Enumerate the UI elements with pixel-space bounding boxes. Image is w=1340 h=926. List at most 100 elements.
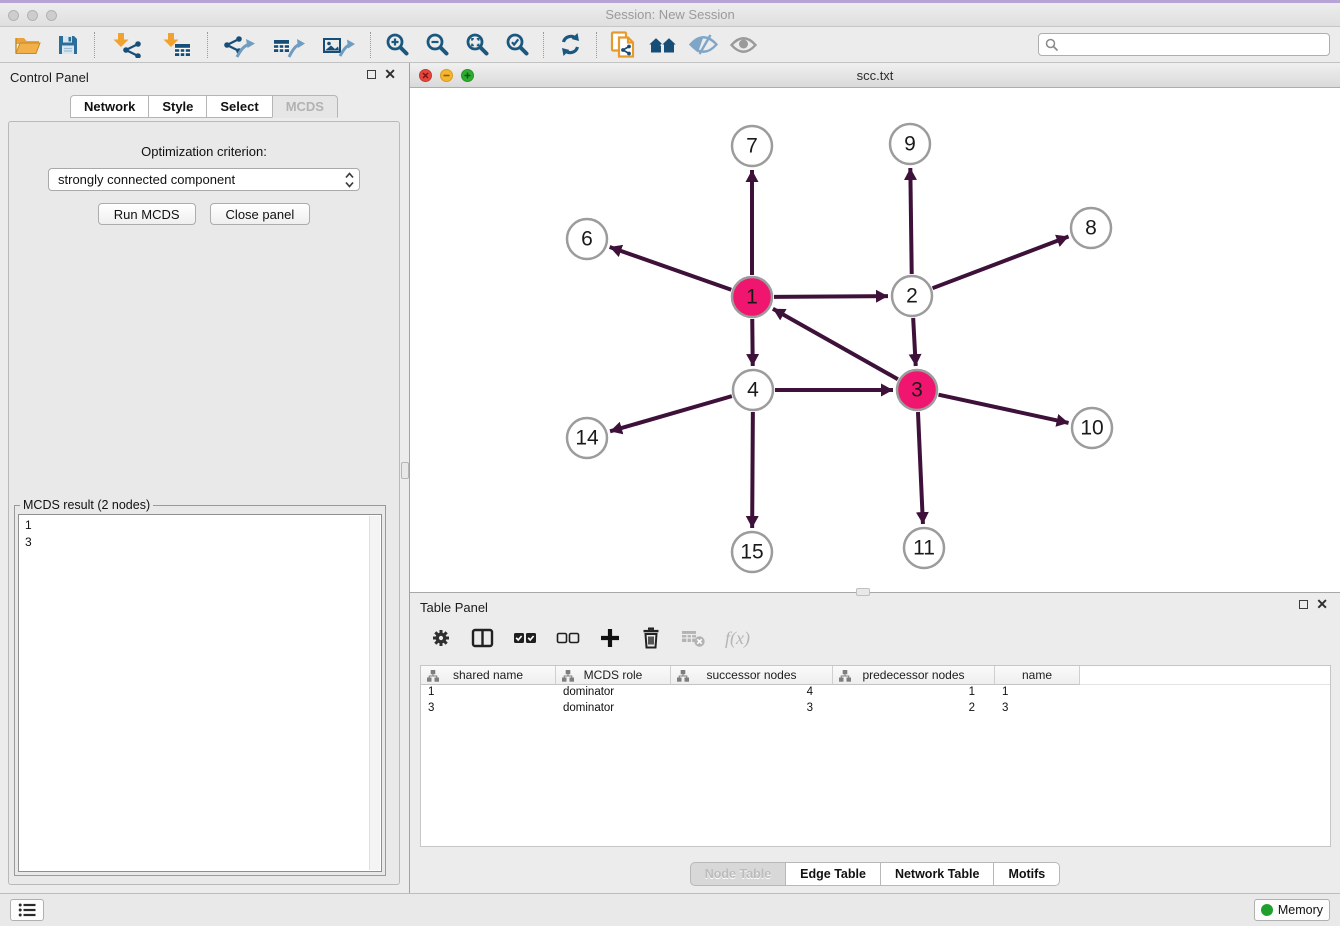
table-tab-edge-table[interactable]: Edge Table	[785, 862, 880, 886]
zoom-selected-button[interactable]	[497, 30, 537, 60]
graph-edge-3-11[interactable]	[918, 412, 923, 524]
export-network-button[interactable]	[214, 30, 264, 60]
table-cell[interactable]: 1	[421, 685, 556, 701]
deselect-all-rows-button[interactable]	[556, 631, 580, 645]
column-header-label: name	[1022, 668, 1052, 682]
network-canvas[interactable]: 7968124314101511	[410, 88, 1340, 592]
hide-panel-button[interactable]	[723, 30, 763, 60]
control-tab-select[interactable]: Select	[206, 95, 271, 118]
mcds-result-scrollbar[interactable]	[369, 516, 380, 870]
zoom-fit-button[interactable]	[457, 30, 497, 60]
graphics-details-button[interactable]	[683, 30, 723, 60]
graph-node-label: 15	[740, 541, 763, 564]
graph-node-label: 2	[906, 285, 918, 308]
control-tab-network[interactable]: Network	[70, 95, 148, 118]
table-panel-title: Table Panel	[420, 600, 488, 615]
export-image-button[interactable]	[314, 30, 364, 60]
close-table-panel-icon[interactable]: ✕	[1316, 600, 1328, 609]
graph-edge-2-9[interactable]	[910, 168, 911, 274]
table-cell[interactable]: 4	[671, 685, 833, 701]
import-table-icon	[160, 32, 192, 58]
node-table[interactable]: shared nameMCDS rolesuccessor nodesprede…	[420, 665, 1331, 847]
search-input[interactable]	[1063, 35, 1323, 54]
table-settings-button[interactable]	[430, 627, 452, 649]
table-cell[interactable]: 3	[671, 701, 833, 717]
table-tab-node-table[interactable]: Node Table	[690, 862, 785, 886]
graph-edge-1-4[interactable]	[752, 319, 753, 366]
main-toolbar	[0, 27, 1340, 63]
column-header-name[interactable]: name	[995, 666, 1080, 685]
run-mcds-button[interactable]: Run MCDS	[98, 203, 196, 225]
graph-node-label: 1	[746, 286, 758, 309]
mcds-result-list[interactable]: 13	[18, 514, 382, 872]
clone-network-button[interactable]	[603, 30, 643, 60]
memory-label: Memory	[1278, 903, 1323, 917]
column-header-successor-nodes[interactable]: successor nodes	[671, 666, 833, 685]
column-header-predecessor-nodes[interactable]: predecessor nodes	[833, 666, 995, 685]
delete-table-icon	[681, 628, 706, 648]
add-row-button[interactable]	[599, 627, 621, 649]
import-table-button[interactable]	[151, 30, 201, 60]
graph-edge-4-15[interactable]	[752, 412, 753, 528]
float-table-panel-icon[interactable]	[1299, 600, 1308, 609]
open-session-button[interactable]	[8, 30, 48, 60]
open-folder-icon	[15, 34, 41, 56]
show-graphics-details-eye-icon	[689, 34, 718, 55]
table-cell[interactable]: 1	[995, 685, 1080, 701]
table-cell[interactable]: dominator	[556, 701, 671, 717]
graph-edge-2-8[interactable]	[933, 237, 1069, 289]
vertical-splitter-handle[interactable]	[401, 462, 409, 479]
graph-node-label: 10	[1080, 417, 1103, 440]
select-all-rows-button[interactable]	[513, 631, 537, 645]
floppy-disk-icon	[57, 34, 79, 56]
export-table-button[interactable]	[264, 30, 314, 60]
memory-button[interactable]: Memory	[1254, 899, 1330, 921]
control-tab-mcds[interactable]: MCDS	[272, 95, 338, 118]
column-header-MCDS-role[interactable]: MCDS role	[556, 666, 671, 685]
zoom-out-button[interactable]	[417, 30, 457, 60]
graph-edge-3-1[interactable]	[773, 309, 898, 379]
zoom-in-button[interactable]	[377, 30, 417, 60]
split-columns-button[interactable]	[471, 627, 494, 649]
column-type-icon	[839, 670, 851, 682]
import-network-button[interactable]	[101, 30, 151, 60]
table-tab-network-table[interactable]: Network Table	[880, 862, 994, 886]
control-tab-style[interactable]: Style	[148, 95, 206, 118]
table-cell[interactable]: 3	[421, 701, 556, 717]
graph-edge-1-6[interactable]	[610, 247, 732, 290]
network-window-title: scc.txt	[410, 68, 1340, 83]
network-window-titlebar[interactable]: scc.txt	[410, 63, 1340, 88]
graph-edge-3-10[interactable]	[938, 395, 1068, 423]
close-panel-icon[interactable]: ✕	[384, 70, 396, 79]
table-panel-header: Table Panel ✕	[410, 593, 1340, 618]
refresh-network-button[interactable]	[550, 30, 590, 60]
column-header-shared-name[interactable]: shared name	[421, 666, 556, 685]
graph-edge-2-3[interactable]	[913, 318, 916, 366]
table-cell[interactable]: 3	[995, 701, 1080, 717]
table-cell[interactable]: 2	[833, 701, 995, 717]
table-row[interactable]: 1dominator411	[421, 685, 1330, 701]
close-panel-button[interactable]: Close panel	[210, 203, 311, 225]
network-graph[interactable]: 7968124314101511	[410, 88, 1340, 592]
graph-node-label: 6	[581, 228, 593, 251]
graph-node-label: 3	[911, 379, 923, 402]
graph-node-label: 7	[746, 135, 758, 158]
table-cell[interactable]: 1	[833, 685, 995, 701]
home-button[interactable]	[643, 30, 683, 60]
save-session-button[interactable]	[48, 30, 88, 60]
trash-icon	[640, 627, 662, 649]
float-panel-icon[interactable]	[367, 70, 376, 79]
graph-node-label: 14	[575, 427, 599, 450]
table-row[interactable]: 3dominator323	[421, 701, 1330, 717]
horizontal-splitter-handle[interactable]	[856, 588, 870, 596]
log-console-button[interactable]	[10, 899, 44, 921]
table-tab-motifs[interactable]: Motifs	[993, 862, 1060, 886]
graph-edge-4-14[interactable]	[610, 396, 732, 431]
graph-edge-1-2[interactable]	[774, 296, 888, 297]
control-panel-header: Control Panel ✕	[0, 63, 408, 91]
table-cell[interactable]: dominator	[556, 685, 671, 701]
delete-row-button[interactable]	[640, 627, 662, 649]
delete-table-button	[681, 628, 706, 648]
search-field[interactable]	[1038, 33, 1330, 56]
optimization-criterion-select[interactable]: strongly connected component	[48, 168, 360, 191]
